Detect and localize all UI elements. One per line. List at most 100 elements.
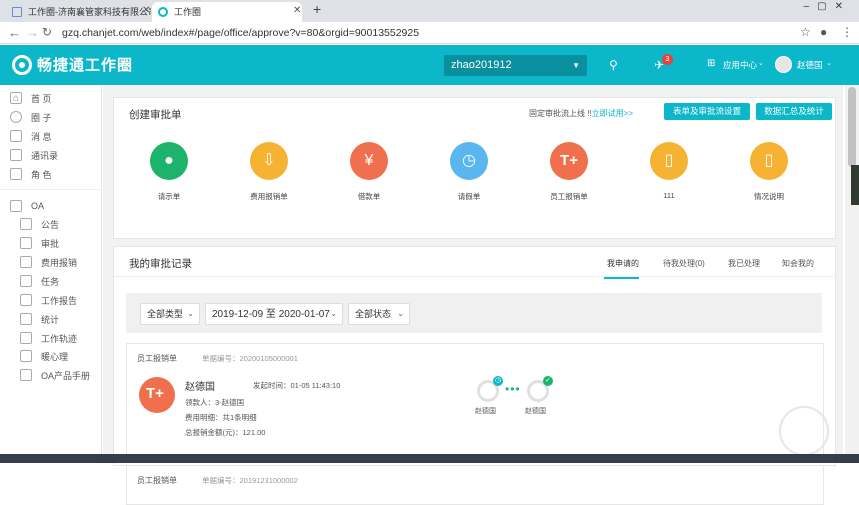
- forward-icon[interactable]: →: [26, 25, 39, 40]
- sidebar-item-manual[interactable]: OA产品手册: [20, 368, 90, 382]
- tab-processed[interactable]: 我已处理: [728, 258, 760, 269]
- create-item-label[interactable]: 111: [629, 191, 709, 200]
- address-bar: ← → ↻ gzq.chanjet.com/web/index#/page/of…: [0, 22, 859, 44]
- person-icon[interactable]: ●: [150, 142, 188, 180]
- url-field[interactable]: gzq.chanjet.com/web/index#/page/office/a…: [62, 27, 419, 39]
- create-item-label[interactable]: 借款单: [329, 191, 409, 202]
- sidebar-item-label: 任务: [41, 276, 60, 287]
- section-title: 我的审批记录: [129, 258, 192, 270]
- book-icon-glyph: ▯: [764, 152, 774, 169]
- sidebar-item-stats[interactable]: 统计: [20, 312, 59, 326]
- t-plus-icon[interactable]: T+: [550, 142, 588, 180]
- create-item-label[interactable]: 费用报销单: [229, 191, 309, 202]
- app-center-link[interactable]: 应用中心: [723, 59, 757, 71]
- sidebar-item-contacts[interactable]: 通讯录: [10, 148, 58, 162]
- money-bag-icon[interactable]: ¥: [350, 142, 388, 180]
- clock-icon-glyph: ◷: [462, 152, 476, 169]
- org-name: zhao201912: [451, 59, 512, 71]
- role-icon: [10, 168, 22, 180]
- list-item[interactable]: 员工报销单 单据编号：20191231000002: [126, 465, 824, 505]
- main-content: 创建审批单 固定审批流上线 !!立即试用>> 表单及审批流设置 数据汇总及统计 …: [103, 85, 843, 505]
- sidebar-item-report[interactable]: 工作报告: [20, 293, 77, 307]
- t-plus-icon-glyph: T+: [560, 152, 578, 169]
- create-item-label[interactable]: 请示单: [129, 191, 209, 202]
- tab-cc[interactable]: 知会我的: [782, 258, 814, 269]
- sidebar-item-message[interactable]: 消 息: [10, 129, 52, 143]
- sidebar-item-expense[interactable]: 费用报销: [20, 255, 77, 269]
- flow-step-name: 赵德国: [475, 408, 496, 415]
- list-item[interactable]: 员工报销单 单据编号：20200105000001 T+ 赵德国 发起时间：01…: [126, 343, 837, 464]
- date-range-select[interactable]: 2019-12-09 至 2020-01-07 ⌄: [205, 303, 343, 325]
- expense-detail: 费用明细：共1条明细: [185, 413, 257, 422]
- stats-icon: [20, 313, 32, 325]
- menu-icon[interactable]: ⋮: [841, 25, 853, 39]
- org-select[interactable]: zhao201912 ▼: [444, 55, 587, 76]
- sidebar-item-label: 角 色: [31, 169, 52, 180]
- close-tab-icon[interactable]: ✕: [293, 5, 301, 16]
- sidebar-item-label: 暖心理: [41, 351, 69, 362]
- oa-icon: [10, 200, 22, 212]
- try-now-link[interactable]: 立即试用>>: [592, 109, 633, 118]
- track-icon: [20, 332, 32, 344]
- window-controls[interactable]: –▢✕: [804, 1, 851, 12]
- user-name[interactable]: 赵德国: [797, 59, 823, 71]
- expense-icon[interactable]: ⇩: [250, 142, 288, 180]
- status-filter-select[interactable]: 全部状态 ⌄: [348, 303, 410, 325]
- create-item-label[interactable]: 请假单: [429, 191, 509, 202]
- tab-pending[interactable]: 待我处理(0): [663, 258, 705, 269]
- hint-text: 固定审批流上线 !!立即试用>>: [529, 108, 633, 119]
- sidebar-item-approve[interactable]: 审批: [20, 236, 59, 250]
- form-settings-button[interactable]: 表单及审批流设置: [664, 103, 750, 120]
- sidebar-item-label: 通讯录: [31, 150, 59, 161]
- sidebar-item-label: 圈 子: [31, 112, 52, 123]
- sidebar-item-label: 工作报告: [41, 295, 78, 306]
- scrollbar[interactable]: [845, 85, 859, 463]
- sidebar-item-task[interactable]: 任务: [20, 274, 59, 288]
- sidebar-item-announcement[interactable]: 公告: [20, 217, 59, 231]
- divider: [114, 276, 837, 277]
- circle-icon: [10, 111, 22, 123]
- app-favicon: [158, 7, 168, 17]
- tab-my-applications[interactable]: 我申请的: [607, 258, 639, 269]
- account-icon[interactable]: ●: [820, 25, 827, 39]
- sidebar-item-oa[interactable]: OA: [10, 199, 44, 213]
- data-summary-button[interactable]: 数据汇总及统计: [756, 103, 832, 120]
- book-icon[interactable]: ▯: [750, 142, 788, 180]
- sidebar-item-track[interactable]: 工作轨迹: [20, 331, 77, 345]
- back-icon[interactable]: ←: [8, 25, 21, 40]
- browser-tab-active[interactable]: 工作圈: [152, 2, 302, 22]
- create-item-label[interactable]: 情况说明: [729, 191, 809, 202]
- sidebar-item-heart[interactable]: 暖心理: [20, 349, 68, 363]
- reload-icon[interactable]: ↻: [42, 25, 52, 39]
- star-icon[interactable]: ☆: [800, 25, 811, 39]
- sidebar-item-circle[interactable]: 圈 子: [10, 110, 52, 124]
- date-range-value: 2019-12-09 至 2020-01-07: [212, 309, 330, 320]
- search-icon[interactable]: ⚲: [609, 58, 618, 72]
- applicant-name: 赵德国: [185, 382, 215, 393]
- cart-icon[interactable]: ⊞: [707, 58, 715, 69]
- browser-tab[interactable]: 工作圈-济南襄管家科技有限公司: [6, 2, 151, 22]
- avatar[interactable]: [775, 56, 792, 73]
- home-icon: ⌂: [10, 92, 22, 104]
- scrollbar-thumb[interactable]: [848, 87, 856, 167]
- chevron-down-icon[interactable]: ⌄: [826, 59, 832, 67]
- book-icon[interactable]: ▯: [650, 142, 688, 180]
- type-filter-select[interactable]: 全部类型 ⌄: [140, 303, 200, 325]
- sidebar-item-home[interactable]: ⌂ 首 页: [10, 91, 52, 105]
- side-widget: [851, 165, 859, 205]
- chevron-down-icon: ⌄: [187, 309, 194, 318]
- sidebar-item-role[interactable]: 角 色: [10, 167, 52, 181]
- close-tab-icon[interactable]: ✕: [142, 5, 150, 16]
- expense-icon: [20, 256, 32, 268]
- create-item-label[interactable]: 员工报销单: [529, 191, 609, 202]
- create-approval-card: 创建审批单 固定审批流上线 !!立即试用>> 表单及审批流设置 数据汇总及统计 …: [113, 97, 836, 239]
- active-tab-indicator: [604, 277, 639, 279]
- taskbar: [0, 454, 859, 463]
- record-number: 单据编号：20191231000002: [202, 476, 298, 485]
- clock-icon[interactable]: ◷: [450, 142, 488, 180]
- app-logo[interactable]: 畅捷通工作圈: [12, 54, 133, 75]
- browser-tab-bar: 工作圈-济南襄管家科技有限公司 ✕ 工作圈 ✕ + –▢✕: [0, 0, 859, 22]
- sidebar-item-label: 费用报销: [41, 257, 78, 268]
- chevron-down-icon[interactable]: ⌄: [758, 59, 764, 67]
- new-tab-icon[interactable]: +: [313, 1, 321, 17]
